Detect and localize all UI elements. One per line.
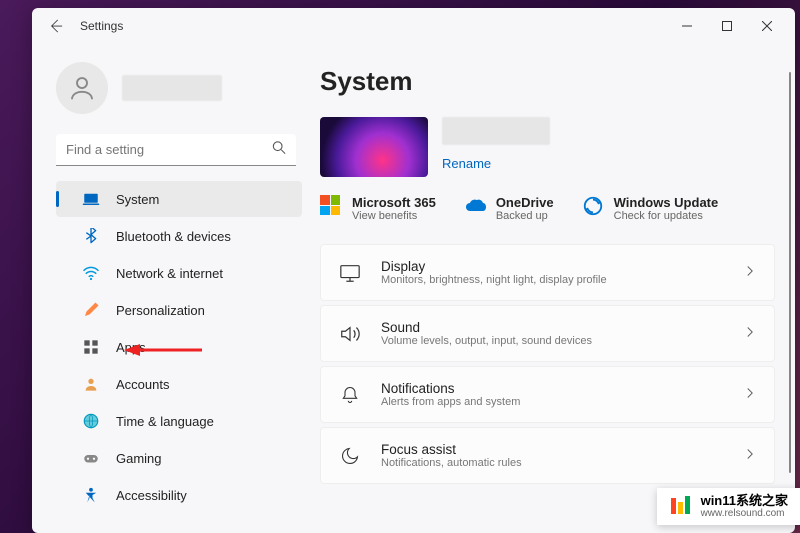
nav-label: Bluetooth & devices [116, 229, 231, 244]
watermark-sub: www.relsound.com [701, 508, 788, 519]
gamepad-icon [82, 449, 100, 467]
moon-icon [339, 445, 361, 467]
titlebar: Settings [32, 8, 795, 44]
card-title: Sound [381, 320, 724, 335]
card-title: Notifications [381, 381, 724, 396]
user-profile[interactable] [42, 44, 310, 134]
maximize-icon [722, 21, 732, 31]
update-icon [582, 195, 604, 217]
microsoft-icon [320, 195, 342, 217]
card-sub: Volume levels, output, input, sound devi… [381, 335, 724, 347]
settings-window: Settings System [32, 8, 795, 533]
settings-cards: Display Monitors, brightness, night ligh… [320, 244, 775, 484]
nav-label: Accounts [116, 377, 169, 392]
chevron-right-icon [744, 264, 756, 282]
main-content: System Rename Microsoft 365 View benefit… [314, 44, 795, 533]
nav-label: Gaming [116, 451, 162, 466]
status-sub: Check for updates [614, 210, 719, 222]
card-display[interactable]: Display Monitors, brightness, night ligh… [320, 244, 775, 301]
nav-item-time-language[interactable]: Time & language [56, 403, 302, 439]
status-onedrive[interactable]: OneDrive Backed up [464, 195, 554, 222]
monitor-icon [339, 262, 361, 284]
status-title: OneDrive [496, 195, 554, 210]
status-windows-update[interactable]: Windows Update Check for updates [582, 195, 719, 222]
paintbrush-icon [82, 301, 100, 319]
close-button[interactable] [747, 12, 787, 40]
card-sub: Monitors, brightness, night light, displ… [381, 274, 724, 286]
window-body: System Bluetooth & devices Network & int… [32, 44, 795, 533]
back-arrow-icon [49, 19, 63, 33]
card-sub: Alerts from apps and system [381, 396, 724, 408]
nav-item-personalization[interactable]: Personalization [56, 292, 302, 328]
back-button[interactable] [40, 10, 72, 42]
nav-item-system[interactable]: System [56, 181, 302, 217]
device-section: Rename [320, 117, 775, 177]
watermark-logo-icon [669, 494, 693, 518]
chevron-right-icon [744, 386, 756, 404]
device-name [442, 117, 550, 145]
watermark-title: win11系统之家 [701, 494, 788, 508]
minimize-button[interactable] [667, 12, 707, 40]
status-microsoft365[interactable]: Microsoft 365 View benefits [320, 195, 436, 222]
laptop-icon [82, 190, 100, 208]
card-sound[interactable]: Sound Volume levels, output, input, soun… [320, 305, 775, 362]
nav-label: Accessibility [116, 488, 187, 503]
bluetooth-icon [82, 227, 100, 245]
nav-label: Time & language [116, 414, 214, 429]
chevron-right-icon [744, 325, 756, 343]
accessibility-icon [82, 486, 100, 504]
status-sub: View benefits [352, 210, 436, 222]
nav-label: System [116, 192, 159, 207]
minimize-icon [682, 21, 692, 31]
nav-item-network[interactable]: Network & internet [56, 255, 302, 291]
window-controls [667, 12, 787, 40]
page-title: System [320, 66, 775, 97]
nav-list: System Bluetooth & devices Network & int… [42, 176, 310, 533]
nav-item-bluetooth[interactable]: Bluetooth & devices [56, 218, 302, 254]
status-title: Microsoft 365 [352, 195, 436, 210]
desktop-thumbnail [320, 117, 428, 177]
onedrive-icon [464, 195, 486, 217]
avatar [56, 62, 108, 114]
rename-link[interactable]: Rename [442, 156, 491, 171]
card-title: Focus assist [381, 442, 724, 457]
person-icon [67, 73, 97, 103]
status-sub: Backed up [496, 210, 554, 222]
globe-icon [82, 412, 100, 430]
maximize-button[interactable] [707, 12, 747, 40]
search-icon [272, 141, 286, 160]
close-icon [762, 21, 772, 31]
wifi-icon [82, 264, 100, 282]
status-row: Microsoft 365 View benefits OneDrive Bac… [320, 195, 775, 222]
scrollbar[interactable] [789, 72, 791, 473]
sidebar: System Bluetooth & devices Network & int… [32, 44, 314, 533]
card-sub: Notifications, automatic rules [381, 457, 724, 469]
card-notifications[interactable]: Notifications Alerts from apps and syste… [320, 366, 775, 423]
nav-item-accessibility[interactable]: Accessibility [56, 477, 302, 513]
watermark: win11系统之家 www.relsound.com [657, 488, 800, 525]
search-input[interactable] [56, 134, 296, 166]
speaker-icon [339, 323, 361, 345]
chevron-right-icon [744, 447, 756, 465]
search-box[interactable] [56, 134, 296, 166]
nav-label: Network & internet [116, 266, 223, 281]
profile-name [122, 75, 296, 101]
status-title: Windows Update [614, 195, 719, 210]
nav-item-gaming[interactable]: Gaming [56, 440, 302, 476]
device-info: Rename [442, 117, 550, 173]
apps-icon [82, 338, 100, 356]
nav-item-apps[interactable]: Apps [56, 329, 302, 365]
nav-item-accounts[interactable]: Accounts [56, 366, 302, 402]
bell-icon [339, 384, 361, 406]
card-focus-assist[interactable]: Focus assist Notifications, automatic ru… [320, 427, 775, 484]
nav-label: Personalization [116, 303, 205, 318]
window-title: Settings [80, 19, 123, 33]
card-title: Display [381, 259, 724, 274]
person-icon [82, 375, 100, 393]
nav-label: Apps [116, 340, 146, 355]
